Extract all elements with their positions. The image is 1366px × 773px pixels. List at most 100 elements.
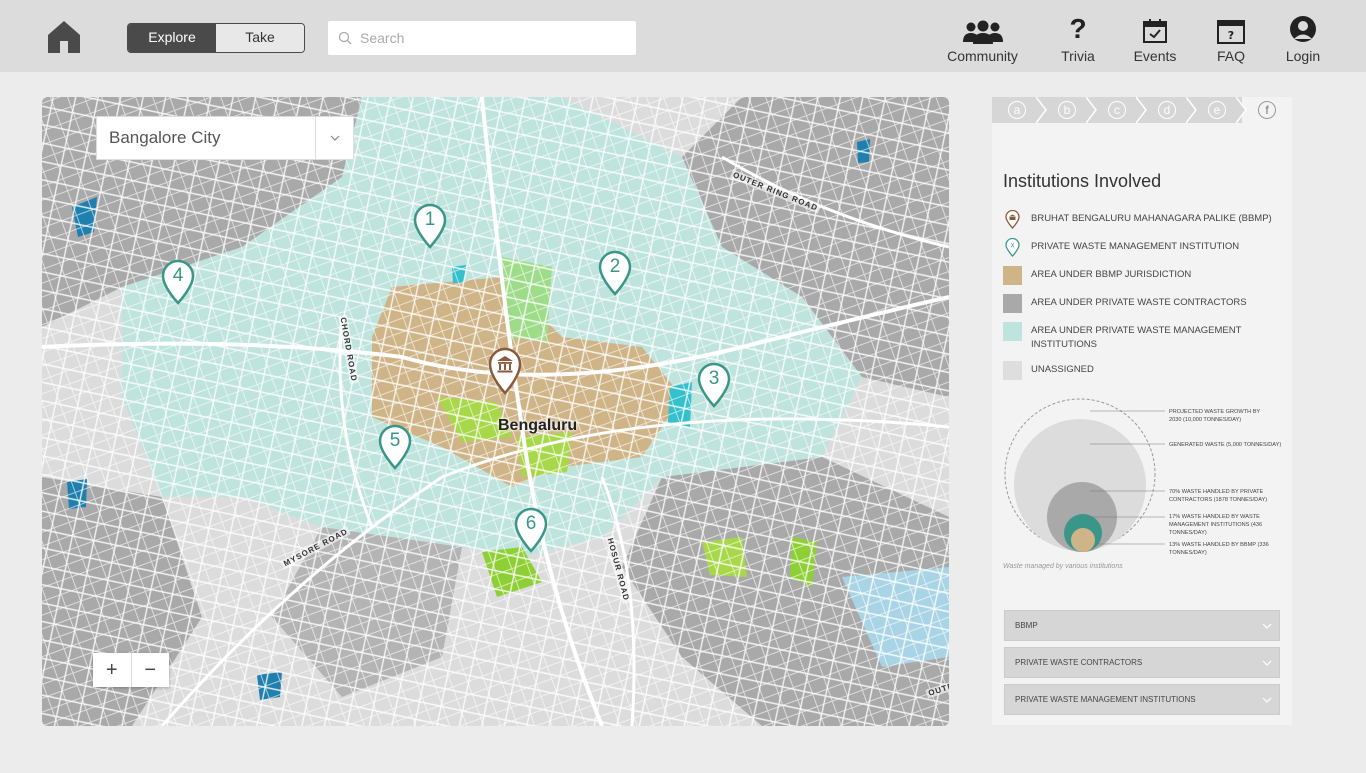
nav-events[interactable]: Events — [1132, 14, 1178, 64]
bubble-label-contractors: 70% WASTE HANDLED BY PRIVATE CONTRACTORS… — [1169, 489, 1268, 503]
nav-login[interactable]: Login — [1282, 14, 1324, 64]
legend-swatch — [1003, 294, 1022, 313]
legend-item: AREA UNDER PRIVATE WASTE CONTRACTORS — [1003, 294, 1288, 313]
community-icon — [962, 14, 1004, 44]
question-icon: ? — [1069, 13, 1087, 44]
step-tab-d[interactable]: d — [1142, 97, 1197, 123]
accordion-private-contractors-label: PRIVATE WASTE CONTRACTORS — [1015, 658, 1143, 667]
bbmp-building-icon — [488, 347, 522, 395]
legend-swatch — [1003, 322, 1022, 341]
top-bar: Explore Take Action Community ? Trivia E… — [0, 0, 1366, 72]
city-map[interactable]: OUTER RING ROAD CHORD ROAD MYSORE ROAD H… — [42, 97, 949, 726]
accordion-bbmp[interactable]: BBMP — [1004, 610, 1280, 641]
step-tab-d-label: d — [1158, 101, 1176, 119]
nav-trivia-label: Trivia — [1061, 48, 1095, 64]
chevron-right-icon — [1086, 97, 1097, 123]
marker-1-label: 1 — [424, 209, 436, 230]
marker-6[interactable]: 6 — [514, 507, 548, 553]
mode-toggle: Explore Take Action — [127, 23, 305, 53]
nav-community[interactable]: Community — [945, 14, 1020, 64]
bubble-label-institutions: 17% WASTE HANDLED BY WASTE MANAGEMENT IN… — [1169, 514, 1263, 536]
bbmp-pin-icon — [1005, 210, 1020, 229]
step-tab-a[interactable]: a — [992, 97, 1047, 123]
step-tab-a-label: a — [1008, 101, 1026, 119]
nav-faq[interactable]: ? FAQ — [1213, 14, 1249, 64]
accordion-bbmp-label: BBMP — [1015, 621, 1038, 630]
user-icon — [1288, 14, 1318, 44]
city-name-label: Bengaluru — [498, 417, 578, 434]
city-dropdown[interactable]: Bangalore City — [96, 116, 354, 160]
legend-item: BRUHAT BENGALURU MAHANAGARA PALIKE (BBMP… — [1003, 210, 1288, 229]
accordion-private-institutions-label: PRIVATE WASTE MANAGEMENT INSTITUTIONS — [1015, 695, 1196, 704]
city-dropdown-value: Bangalore City — [109, 128, 221, 147]
legend: BRUHAT BENGALURU MAHANAGARA PALIKE (BBMP… — [1003, 210, 1288, 389]
info-panel: a b c d e f Institutions Involved BRUHAT… — [992, 97, 1292, 725]
marker-6-label: 6 — [525, 513, 537, 534]
legend-swatch — [1003, 266, 1022, 285]
bbmp-circle — [1071, 528, 1095, 552]
svg-text:?: ? — [1228, 29, 1234, 42]
legend-label: UNASSIGNED — [1031, 364, 1094, 375]
nav-faq-label: FAQ — [1216, 48, 1245, 64]
step-tab-e[interactable]: e — [1192, 97, 1247, 123]
step-tab-f[interactable]: f — [1242, 97, 1292, 123]
legend-item: AREA UNDER PRIVATE WASTE MANAGEMENT INST… — [1003, 322, 1288, 352]
waste-bubble-chart — [1004, 398, 1165, 552]
legend-item: AREA UNDER BBMP JURISDICTION — [1003, 266, 1288, 285]
legend-label: PRIVATE WASTE MANAGEMENT INSTITUTION — [1031, 241, 1240, 252]
accordion-private-institutions[interactable]: PRIVATE WASTE MANAGEMENT INSTITUTIONS — [1004, 684, 1280, 715]
nav-login-label: Login — [1285, 48, 1321, 64]
search-icon — [338, 31, 352, 45]
marker-5-label: 5 — [389, 430, 401, 451]
chevron-down-icon — [1255, 623, 1279, 629]
accordion-private-contractors[interactable]: PRIVATE WASTE CONTRACTORS — [1004, 647, 1280, 678]
legend-item: X PRIVATE WASTE MANAGEMENT INSTITUTION — [1003, 238, 1288, 257]
marker-5[interactable]: 5 — [378, 424, 412, 470]
panel-title: Institutions Involved — [1003, 171, 1162, 191]
zoom-controls: + − — [93, 653, 169, 687]
take-action-button[interactable]: Take Action — [216, 24, 304, 52]
chevron-down-icon — [315, 117, 353, 159]
map-canvas — [42, 97, 949, 726]
nav-trivia[interactable]: ? Trivia — [1057, 13, 1099, 65]
nav-events-label: Events — [1133, 48, 1177, 64]
chevron-right-icon — [1036, 97, 1047, 123]
chevron-right-icon — [1186, 97, 1197, 123]
marker-2[interactable]: 2 — [598, 250, 632, 296]
legend-label: BRUHAT BENGALURU MAHANAGARA PALIKE (BBMP… — [1031, 213, 1272, 224]
search-bar — [328, 21, 636, 55]
bubble-label-bbmp: 13% WASTE HANDLED BY BBMP (336 TONNES/DA… — [1169, 542, 1269, 556]
legend-label: AREA UNDER BBMP JURISDICTION — [1031, 269, 1192, 280]
nav-community-label: Community — [947, 48, 1018, 64]
step-tab-c[interactable]: c — [1092, 97, 1147, 123]
private-pin-icon: X — [1005, 238, 1020, 257]
faq-icon: ? — [1217, 14, 1245, 44]
marker-1[interactable]: 1 — [413, 203, 447, 249]
legend-label: AREA UNDER PRIVATE WASTE MANAGEMENT INST… — [1031, 325, 1242, 350]
chevron-down-icon — [1255, 697, 1279, 703]
legend-item: UNASSIGNED — [1003, 361, 1288, 380]
legend-swatch — [1003, 361, 1022, 380]
step-tabs: a b c d e f — [992, 97, 1292, 123]
marker-3[interactable]: 3 — [697, 362, 731, 408]
marker-2-label: 2 — [609, 256, 621, 277]
home-icon[interactable] — [46, 19, 82, 55]
marker-4-label: 4 — [172, 265, 184, 286]
marker-4[interactable]: 4 — [161, 259, 195, 305]
calendar-icon — [1142, 14, 1168, 44]
step-tab-c-label: c — [1108, 101, 1126, 119]
bubble-chart-caption: Waste managed by various institutions — [1003, 563, 1123, 570]
bubble-label-generated: GENERATED WASTE (5,000 TONNES/DAY) — [1169, 442, 1282, 448]
marker-3-label: 3 — [708, 368, 720, 389]
legend-label: AREA UNDER PRIVATE WASTE CONTRACTORS — [1031, 297, 1247, 308]
search-input[interactable] — [360, 30, 620, 46]
chevron-right-icon — [1236, 97, 1247, 123]
bbmp-marker[interactable] — [488, 347, 522, 395]
svg-text:X: X — [1010, 243, 1014, 250]
step-tab-e-label: e — [1208, 101, 1226, 119]
explore-button[interactable]: Explore — [128, 24, 216, 52]
step-tab-b[interactable]: b — [1042, 97, 1097, 123]
zoom-in-button[interactable]: + — [93, 653, 132, 687]
step-tab-f-label: f — [1258, 101, 1276, 119]
zoom-out-button[interactable]: − — [132, 653, 170, 687]
